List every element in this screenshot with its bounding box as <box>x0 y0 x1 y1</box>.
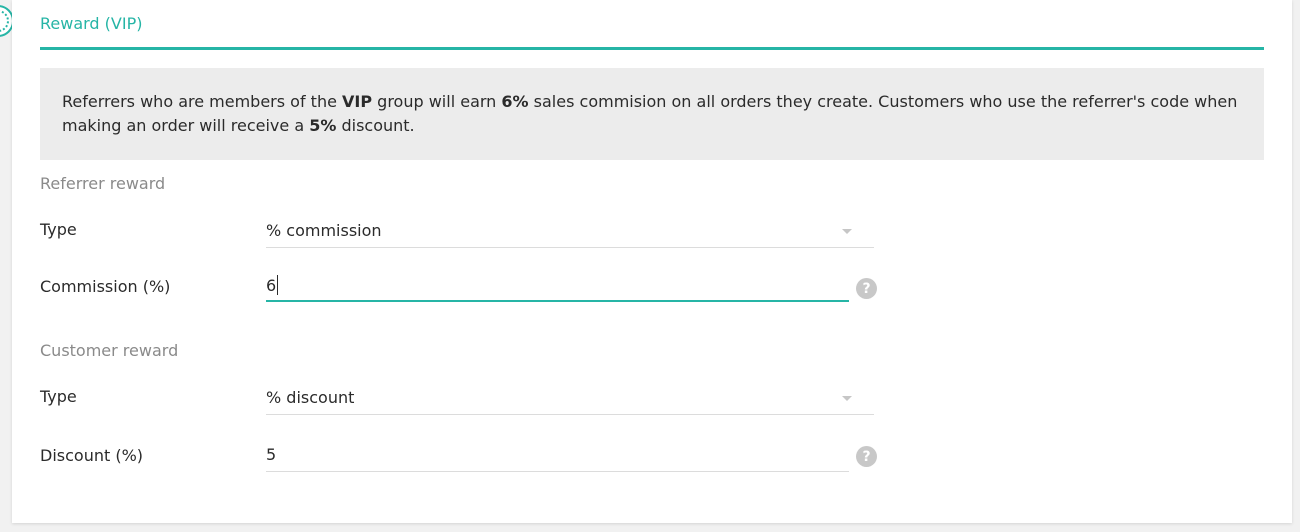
customer-type-label: Type <box>40 387 77 406</box>
discount-label: Discount (%) <box>40 446 144 465</box>
info-text-2: group will earn <box>372 92 502 111</box>
referrer-type-select[interactable]: % commission <box>266 216 874 248</box>
reward-info-box: Referrers who are members of the VIP gro… <box>40 68 1264 160</box>
discount-input[interactable]: 5 <box>266 440 849 472</box>
customer-type-select[interactable]: % discount <box>266 383 874 415</box>
commission-value: 6 <box>266 276 277 295</box>
commission-label: Commission (%) <box>40 277 171 296</box>
referrer-type-value: % commission <box>266 221 382 240</box>
info-discount: 5% <box>309 116 337 135</box>
caret-down-icon <box>842 229 852 234</box>
discount-value: 5 <box>266 445 277 464</box>
text-cursor <box>277 275 279 295</box>
customer-type-value: % discount <box>266 388 355 407</box>
info-group: VIP <box>342 92 373 111</box>
caret-down-icon <box>842 396 852 401</box>
question-circle-icon[interactable]: ? <box>856 278 877 299</box>
info-commission: 6% <box>501 92 529 111</box>
referrer-type-label: Type <box>40 220 77 239</box>
reward-card: Reward (VIP) Referrers who are members o… <box>12 0 1292 523</box>
info-text-4: discount. <box>336 116 415 135</box>
tab-reward-vip[interactable]: Reward (VIP) <box>40 14 142 33</box>
referrer-reward-heading: Referrer reward <box>40 174 166 193</box>
tab-underline <box>40 47 1264 50</box>
commission-input[interactable]: 6 <box>266 270 849 302</box>
customer-reward-heading: Customer reward <box>40 341 179 360</box>
question-circle-icon[interactable]: ? <box>856 446 877 467</box>
info-text-1: Referrers who are members of the <box>62 92 343 111</box>
